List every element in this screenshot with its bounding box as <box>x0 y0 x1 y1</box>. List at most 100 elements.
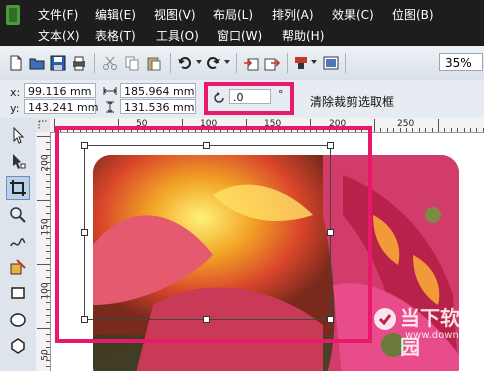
menu-edit[interactable]: 编辑(E) <box>95 6 136 23</box>
watermark-url: www.downxia.com <box>405 330 484 341</box>
paste-icon[interactable] <box>146 55 162 71</box>
menu-text[interactable]: 文本(X) <box>38 27 80 44</box>
zoom-tool-icon[interactable] <box>9 206 27 224</box>
undo-dropdown-icon[interactable] <box>196 60 202 64</box>
menu-view[interactable]: 视图(V) <box>154 6 196 23</box>
toolbox <box>0 118 37 371</box>
ruler-tick <box>46 148 50 150</box>
ruler-tick <box>37 136 50 137</box>
launcher-dropdown-icon[interactable] <box>311 60 317 64</box>
ruler-tick <box>457 128 459 132</box>
ruler-tick <box>46 155 50 157</box>
ruler-tick <box>46 219 50 221</box>
crop-marquee[interactable] <box>84 145 331 320</box>
ruler-tick <box>46 251 50 253</box>
rectangle-tool-icon[interactable] <box>9 284 27 302</box>
new-document-icon[interactable] <box>8 55 24 71</box>
smart-fill-tool-icon[interactable] <box>9 258 27 276</box>
ruler-tick <box>37 328 50 329</box>
ruler-tick <box>425 128 427 132</box>
standard-toolbar <box>0 46 484 81</box>
ruler-tick <box>46 353 50 355</box>
x-label: x: <box>10 86 21 99</box>
menu-file[interactable]: 文件(F) <box>38 6 78 23</box>
menu-bitmaps[interactable]: 位图(B) <box>392 6 434 23</box>
ruler-tick <box>399 128 401 132</box>
menu-arrange[interactable]: 排列(A) <box>272 6 314 23</box>
menu-tools[interactable]: 工具(O) <box>156 27 199 44</box>
ruler-tick <box>46 308 50 310</box>
ruler-tick <box>46 161 50 163</box>
ruler-tick <box>438 119 439 132</box>
clear-crop-marquee-button[interactable]: 清除裁剪选取框 <box>310 93 394 110</box>
y-position-field[interactable]: 143.241 mm <box>24 99 98 114</box>
toolbar-separator <box>170 53 171 73</box>
ruler-tick <box>46 180 50 182</box>
toolbar-separator <box>287 53 288 73</box>
menu-effects[interactable]: 效果(C) <box>332 6 374 23</box>
crop-handle-bottom-left[interactable] <box>81 316 88 323</box>
ruler-tick <box>46 187 50 189</box>
x-position-field[interactable]: 99.116 mm <box>24 83 96 98</box>
application-launcher-icon[interactable] <box>293 55 309 71</box>
ruler-tick <box>46 206 50 208</box>
ruler-origin-corner[interactable] <box>36 118 50 132</box>
print-icon[interactable] <box>71 55 87 71</box>
ruler-tick <box>46 244 50 246</box>
pick-tool-icon[interactable] <box>9 126 27 144</box>
ruler-tick <box>46 257 50 259</box>
ruler-tick <box>46 232 50 233</box>
toolbar-separator <box>236 53 237 73</box>
ellipse-tool-icon[interactable] <box>9 311 27 329</box>
crop-handle-top[interactable] <box>203 142 210 149</box>
menu-table[interactable]: 表格(T) <box>95 27 136 44</box>
polygon-tool-icon[interactable] <box>9 337 27 355</box>
crop-handle-right[interactable] <box>327 229 334 236</box>
height-field[interactable]: 131.536 mm <box>120 99 196 114</box>
crop-handle-top-right[interactable] <box>327 142 334 149</box>
ruler-tick <box>406 128 407 132</box>
cut-icon[interactable] <box>102 55 118 71</box>
crop-handle-bottom[interactable] <box>203 316 210 323</box>
import-icon[interactable] <box>243 55 259 71</box>
crop-handle-top-left[interactable] <box>81 142 88 149</box>
ruler-tick <box>46 225 50 227</box>
ruler-tick <box>46 360 50 361</box>
ruler-tick <box>380 128 382 132</box>
menu-window[interactable]: 窗口(W) <box>217 27 262 44</box>
crop-handle-left[interactable] <box>81 229 88 236</box>
copy-icon[interactable] <box>124 55 140 71</box>
menu-layout[interactable]: 布局(L) <box>213 6 253 23</box>
freehand-tool-icon[interactable] <box>9 232 27 250</box>
redo-icon[interactable] <box>205 55 221 71</box>
ruler-tick <box>46 321 50 323</box>
open-icon[interactable] <box>29 55 45 71</box>
crop-handle-bottom-right[interactable] <box>327 316 334 323</box>
redo-dropdown-icon[interactable] <box>224 60 230 64</box>
menu-help[interactable]: 帮助(H) <box>282 27 324 44</box>
ruler-tick <box>431 128 433 132</box>
ruler-tick <box>393 128 395 132</box>
save-icon[interactable] <box>50 55 66 71</box>
ruler-tick <box>412 128 414 132</box>
ruler-tick <box>476 128 478 132</box>
ruler-tick <box>386 128 388 132</box>
export-icon[interactable] <box>264 55 280 71</box>
width-icon <box>103 87 117 95</box>
toolbar-separator <box>345 53 346 73</box>
shape-tool-icon[interactable] <box>9 152 27 170</box>
ruler-tick <box>46 347 50 349</box>
toolbar-separator <box>94 53 95 73</box>
undo-icon[interactable] <box>177 55 193 71</box>
zoom-level-field[interactable]: 35% <box>439 53 483 71</box>
welcome-screen-icon[interactable] <box>323 55 339 71</box>
crop-tool-icon[interactable] <box>9 179 27 197</box>
ruler-tick <box>470 128 471 132</box>
ruler-tick <box>46 340 50 342</box>
ruler-tick <box>46 142 50 144</box>
ruler-tick <box>46 315 50 317</box>
menu-bar: 文件(F) 编辑(E) 视图(V) 布局(L) 排列(A) 效果(C) 位图(B… <box>0 0 484 46</box>
ruler-tick <box>46 238 50 240</box>
width-field[interactable]: 185.964 mm <box>120 83 196 98</box>
ruler-tick <box>37 200 50 201</box>
